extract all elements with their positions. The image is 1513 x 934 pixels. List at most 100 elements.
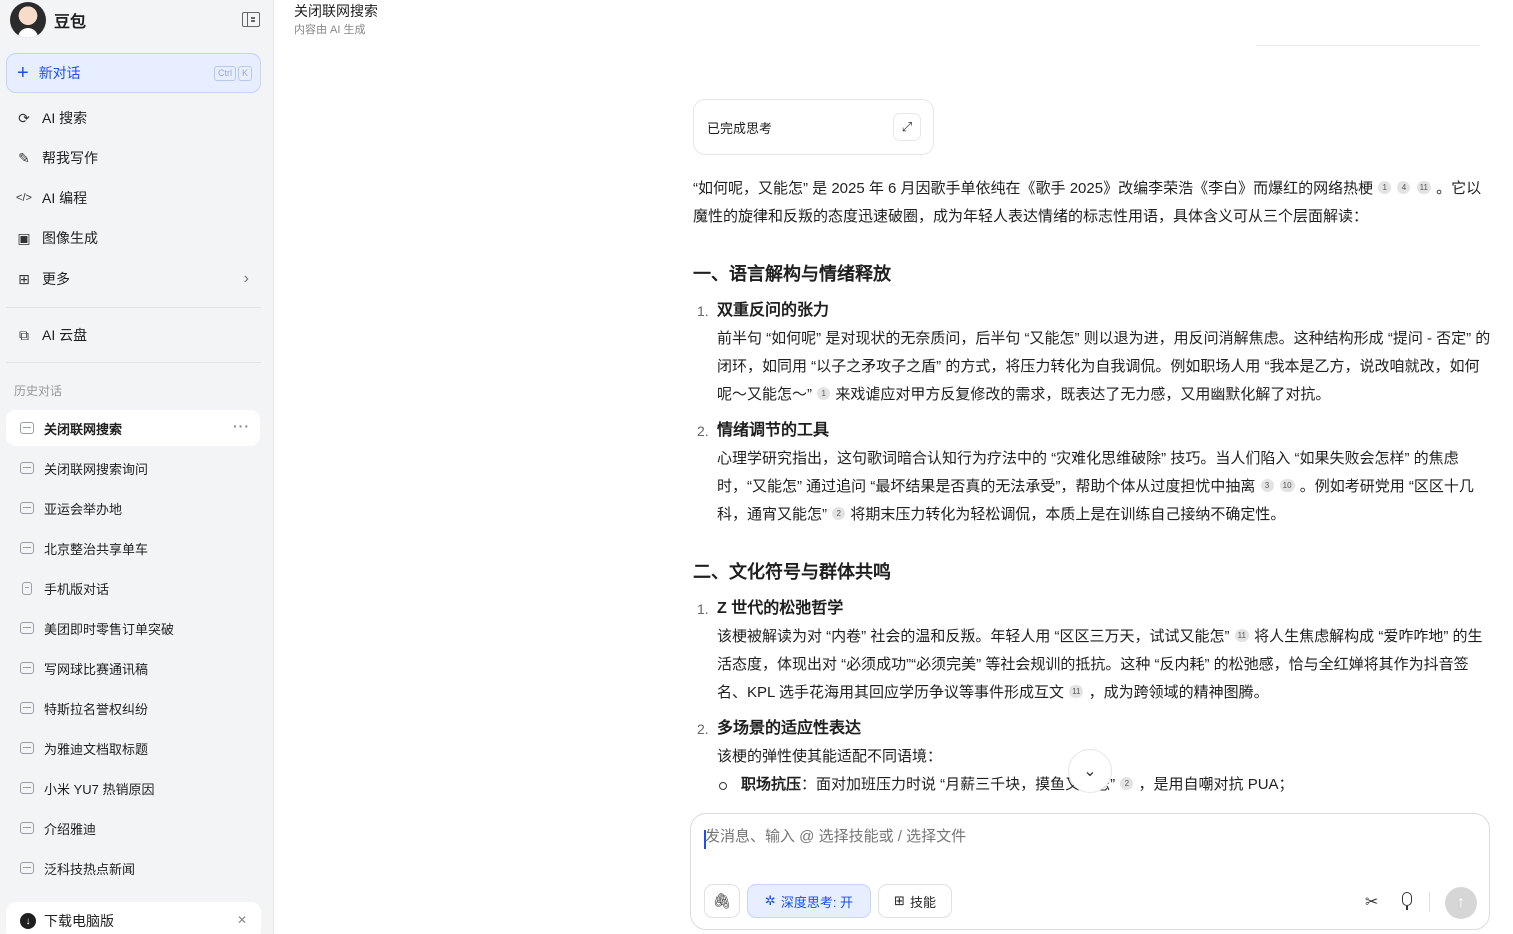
chevron-right-icon: › [243,270,249,287]
thinking-card[interactable]: 已完成思考 ⤢ [693,99,934,155]
scroll-to-bottom-button[interactable]: ⌄ [1068,749,1112,793]
citation-badge[interactable]: 1 [1378,181,1392,194]
history-item[interactable]: 为雅迪文档取标题 [6,730,260,766]
nav-label: 更多 [42,271,70,287]
phone-icon [22,581,32,595]
nav-label: 图像生成 [42,230,98,246]
attach-button[interactable]: 🖇 [704,884,740,918]
history-label: 亚运会举办地 [44,501,123,517]
download-label: 下载电脑版 [44,913,114,929]
conversation-title: 关闭联网搜索 [294,3,378,19]
list-item-text: 该梗被解读为对 “内卷” 社会的温和反叛。年轻人用 “区区三万天，试试又能怎” [717,628,1230,645]
list-item: 2. 情绪调节的工具 心理学研究指出，这句歌词暗合认知行为疗法中的 “灾难化思维… [693,417,1493,529]
deep-think-toggle[interactable]: ✲ 深度思考: 开 [747,884,871,918]
history-item[interactable]: 小米 YU7 热销原因 [6,770,260,806]
send-button[interactable]: ↑ [1445,887,1477,919]
history-item[interactable]: 介绍雅迪 [6,810,260,846]
history-item[interactable]: 美团即时零售订单突破 [6,610,260,646]
citation-badge[interactable]: 10 [1279,479,1295,492]
download-icon: ↓ [20,913,36,929]
scissors-icon[interactable]: ✂ [1365,892,1378,912]
history-item[interactable]: 关闭联网搜索询问 [6,450,260,486]
shortcut-hint: Ctrl K [213,66,252,81]
message-composer: 🖇 ✲ 深度思考: 开 ⊞ 技能 ✂ ↑ [690,813,1490,930]
citation-badge[interactable]: 2 [1120,777,1134,790]
history-label: 小米 YU7 热销原因 [44,781,155,797]
list-item-title: 情绪调节的工具 [717,422,830,439]
download-desktop-button[interactable]: ↓ 下载电脑版 ✕ [6,902,261,934]
sidebar-toggle-icon[interactable] [242,12,260,27]
list-item-text: 将期末压力转化为轻松调侃，本质上是在训练自己接纳不确定性。 [850,506,1286,523]
citation-badge[interactable]: 3 [1260,479,1274,492]
bullet-marker [717,771,741,799]
history-item[interactable]: 手机版对话 [6,570,260,606]
list-item: 1. Z 世代的松弛哲学 该梗被解读为对 “内卷” 社会的温和反叛。年轻人用 “… [693,595,1493,707]
history-item[interactable]: 写网球比赛通讯稿 [6,650,260,686]
atom-icon: ✲ [764,893,776,908]
citation-badge[interactable]: 2 [832,507,846,520]
divider [6,307,261,308]
microphone-icon[interactable] [1398,892,1416,910]
bullet-text: ：面对加班压力时说 “月薪三千块，摸鱼又能怎” [801,776,1116,793]
chat-bubble-icon [20,622,34,634]
grid-icon: ⊞ [18,270,30,287]
nav-more[interactable]: ⊞ 更多 › [6,261,261,297]
history-label: 关闭联网搜索询问 [44,461,149,477]
ai-disclaimer: 内容由 AI 生成 [294,24,366,36]
section-heading: 二、文化符号与群体共鸣 [693,562,891,582]
list-item-title: 多场景的适应性表达 [717,720,862,737]
history-label: 特斯拉名誉权纠纷 [44,701,149,717]
skill-button[interactable]: ⊞ 技能 [878,884,952,918]
answer-intro: “如何呢，又能怎” 是 2025 年 6 月因歌手单依纯在《歌手 2025》改编… [693,175,1493,231]
more-options-icon[interactable]: ··· [233,418,250,434]
history-label: 为雅迪文档取标题 [44,741,149,757]
citation-badge[interactable]: 1 [817,387,831,400]
new-chat-label: 新对话 [38,65,81,81]
citation-badge[interactable]: 4 [1397,181,1411,194]
nav-ai-search[interactable]: ⟳ AI 搜索 [6,100,261,136]
chat-bubble-icon [20,542,34,554]
chat-bubble-icon [20,422,34,434]
citation-badge[interactable]: 11 [1069,685,1084,698]
nav-write[interactable]: ✎ 帮我写作 [6,140,261,176]
history-label: 泛科技热点新闻 [44,861,136,877]
history-item[interactable]: 亚运会举办地 [6,490,260,526]
list-item: 1. 双重反问的张力 前半句 “如何呢” 是对现状的无奈质问，后半句 “又能怎”… [693,297,1493,409]
citation-badge[interactable]: 11 [1416,181,1431,194]
nav-label: AI 编程 [42,190,88,206]
bullet-title: 职场抗压 [741,776,802,793]
nav-image[interactable]: ▣ 图像生成 [6,220,261,256]
paperclip-icon: 🖇 [712,893,732,910]
sidebar: 豆包 + 新对话 Ctrl K ⟳ AI 搜索 ✎ 帮我写作 </> AI 编程… [0,0,274,934]
citation-badge[interactable]: 11 [1234,629,1249,642]
divider [6,362,261,363]
nav-label: AI 搜索 [42,110,88,126]
avatar[interactable] [10,2,46,38]
new-chat-button[interactable]: + 新对话 Ctrl K [6,53,261,93]
close-icon[interactable]: ✕ [237,913,247,927]
list-item-text: ，成为跨领域的精神图腾。 [1088,684,1269,701]
history-item[interactable]: 特斯拉名誉权纠纷 [6,690,260,726]
history-label: 手机版对话 [44,581,110,597]
history-item[interactable]: 北京整治共享单车 [6,530,260,566]
skill-label: 技能 [909,894,936,910]
history-label: 写网球比赛通讯稿 [44,661,149,677]
nav-cloud-drive[interactable]: ⧉ AI 云盘 [6,317,261,353]
list-item-title: Z 世代的松弛哲学 [717,600,844,617]
chat-bubble-icon [20,862,34,874]
nav-label: 帮我写作 [42,150,98,166]
divider [1256,45,1480,46]
history-item[interactable]: 关闭联网搜索 ··· [6,410,260,446]
intro-text: “如何呢，又能怎” 是 2025 年 6 月因歌手单依纯在《歌手 2025》改编… [693,180,1374,197]
history-label: 关闭联网搜索 [44,421,123,437]
pen-icon: ✎ [18,149,30,166]
chat-bubble-icon [20,822,34,834]
code-icon: </> [16,192,32,204]
thinking-label: 已完成思考 [707,120,773,136]
expand-icon[interactable]: ⤢ [893,113,921,141]
history-label: 美团即时零售订单突破 [44,621,175,637]
nav-coding[interactable]: </> AI 编程 [6,180,261,216]
message-input[interactable] [705,828,1405,845]
search-refresh-icon: ⟳ [18,109,30,126]
history-item[interactable]: 泛科技热点新闻 [6,850,260,886]
